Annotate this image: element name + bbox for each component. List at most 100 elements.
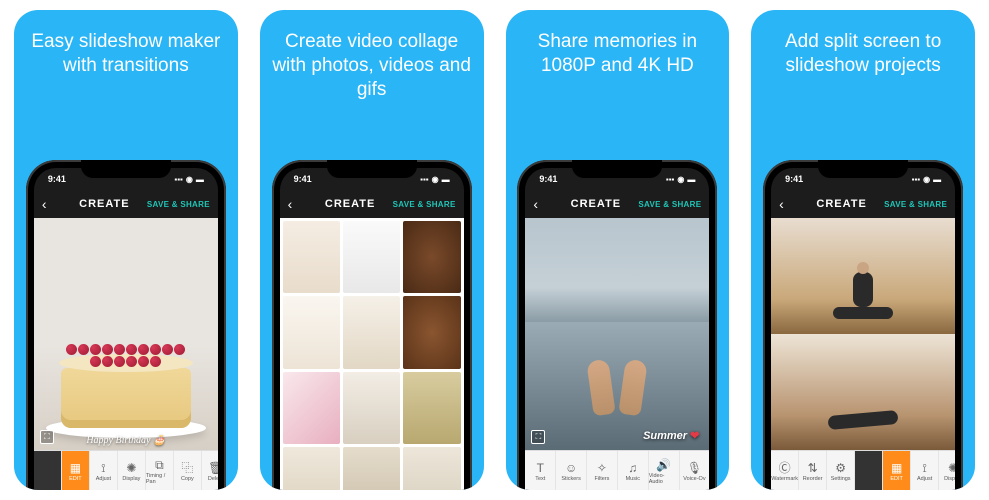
tool-watermark[interactable]: ⒸWatermark [771,451,799,490]
grid-cell[interactable] [343,296,400,368]
editor-toolbar: TText ☺Stickers ✧Filters ♫Music 🔊Video-A… [525,450,709,490]
grid-cell[interactable] [403,447,460,490]
expand-icon[interactable]: ⛶ [40,430,54,444]
split-top-panel[interactable] [771,218,955,334]
caption-text[interactable]: Summer ❤ [643,429,699,442]
nav-bar: ‹ CREATE SAVE & SHARE [34,190,218,218]
tool-stickers[interactable]: ☺Stickers [556,451,587,490]
grid-cell[interactable] [283,372,340,444]
display-icon: ✺ [126,462,136,474]
voiceover-icon: 🎙 [687,462,702,474]
tool-copy[interactable]: ⿻Copy [174,451,202,490]
phone-screen: 9:41 ▪▪▪ ◉ ▬ ‹ CREATE SAVE & SHARE [525,168,709,490]
split-screen [771,218,955,450]
tool-display[interactable]: ✺Display [118,451,146,490]
tool-settings[interactable]: ⚙Settings [827,451,855,490]
filters-icon: ✧ [597,462,607,474]
grid-cell[interactable] [343,372,400,444]
editor-canvas[interactable] [771,218,955,450]
phone-notch [81,160,171,178]
promo-card-2: Create video collage with photos, videos… [260,10,484,490]
editor-canvas[interactable]: Happy Birthday 🎂 ⛶ [34,218,218,450]
grid-cell[interactable] [403,296,460,368]
heart-icon: ❤ [690,430,699,442]
copy-icon: ⿻ [181,462,193,474]
signal-icon: ▪▪▪ [666,175,675,184]
tool-thumbnail[interactable] [855,451,883,490]
editor-canvas[interactable] [280,218,464,490]
tool-edit[interactable]: ▦EDIT [883,451,911,490]
headline: Share memories in 1080P and 4K HD [506,10,730,110]
tool-text[interactable]: TText [525,451,556,490]
video-audio-icon: 🔊 [656,459,671,471]
grid-cell[interactable] [403,221,460,293]
phone-frame: 9:41 ▪▪▪ ◉ ▬ ‹ CREATE SAVE & SHARE [517,160,717,490]
status-time: 9:41 [294,174,312,184]
tool-display[interactable]: ✺Display [939,451,955,490]
music-icon: ♫ [628,462,637,474]
wifi-icon: ◉ [923,175,930,184]
save-share-button[interactable]: SAVE & SHARE [638,200,701,209]
expand-icon[interactable]: ⛶ [531,430,545,444]
grid-cell[interactable] [343,447,400,490]
battery-icon: ▬ [687,175,695,184]
nav-bar: ‹ CREATE SAVE & SHARE [771,190,955,218]
status-time: 9:41 [539,174,557,184]
battery-icon: ▬ [933,175,941,184]
save-share-button[interactable]: SAVE & SHARE [393,200,456,209]
promo-card-4: Add split screen to slideshow projects 9… [751,10,975,490]
battery-icon: ▬ [442,175,450,184]
editor-canvas[interactable]: Summer ❤ ⛶ [525,218,709,450]
text-icon: T [537,462,544,474]
promo-card-3: Share memories in 1080P and 4K HD 9:41 ▪… [506,10,730,490]
screenshot-gallery: Easy slideshow maker with transitions 9:… [0,0,989,500]
headline: Add split screen to slideshow projects [751,10,975,110]
back-icon[interactable]: ‹ [42,196,62,212]
timing-icon: ⧉ [155,459,164,471]
tool-timing[interactable]: ⧉Timing / Pan [146,451,174,490]
nav-title: CREATE [325,198,375,210]
back-icon[interactable]: ‹ [533,196,553,212]
nav-bar: ‹ CREATE SAVE & SHARE [525,190,709,218]
wifi-icon: ◉ [432,175,439,184]
status-time: 9:41 [785,174,803,184]
photo-subject [582,360,652,440]
split-bottom-panel[interactable] [771,334,955,450]
editor-toolbar: ⒸWatermark ⇅Reorder ⚙Settings ▦EDIT ⟟Adj… [771,450,955,490]
signal-icon: ▪▪▪ [912,175,921,184]
tool-filters[interactable]: ✧Filters [587,451,618,490]
collage-grid[interactable] [280,218,464,490]
tool-video-audio[interactable]: 🔊Video-Audio [649,451,680,490]
grid-cell[interactable] [343,221,400,293]
display-icon: ✺ [948,462,955,474]
tool-music[interactable]: ♫Music [618,451,649,490]
tool-delete[interactable]: 🗑Delete [202,451,218,490]
status-time: 9:41 [48,174,66,184]
edit-icon: ▦ [891,462,902,474]
tool-thumbnail[interactable] [34,451,62,490]
grid-cell[interactable] [283,296,340,368]
signal-icon: ▪▪▪ [174,175,183,184]
save-share-button[interactable]: SAVE & SHARE [884,200,947,209]
phone-notch [327,160,417,178]
headline: Create video collage with photos, videos… [260,10,484,110]
caption-text[interactable]: Happy Birthday 🎂 [34,435,218,446]
back-icon[interactable]: ‹ [779,196,799,212]
tool-edit[interactable]: ▦EDIT [62,451,90,490]
adjust-icon: ⟟ [922,462,926,474]
grid-cell[interactable] [283,221,340,293]
photo-subject [818,395,908,445]
tool-adjust[interactable]: ⟟Adjust [911,451,939,490]
phone-screen: 9:41 ▪▪▪ ◉ ▬ ‹ CREATE SAVE & SHARE [280,168,464,490]
editor-toolbar: ▦EDIT ⟟Adjust ✺Display ⧉Timing / Pan ⿻Co… [34,450,218,490]
grid-cell[interactable] [283,447,340,490]
back-icon[interactable]: ‹ [288,196,308,212]
tool-reorder[interactable]: ⇅Reorder [799,451,827,490]
save-share-button[interactable]: SAVE & SHARE [147,200,210,209]
wifi-icon: ◉ [677,175,684,184]
tool-adjust[interactable]: ⟟Adjust [90,451,118,490]
phone-screen: 9:41 ▪▪▪ ◉ ▬ ‹ CREATE SAVE & SHARE [34,168,218,490]
nav-title: CREATE [571,198,621,210]
tool-voiceover[interactable]: 🎙Voice-Ov [680,451,710,490]
grid-cell[interactable] [403,372,460,444]
